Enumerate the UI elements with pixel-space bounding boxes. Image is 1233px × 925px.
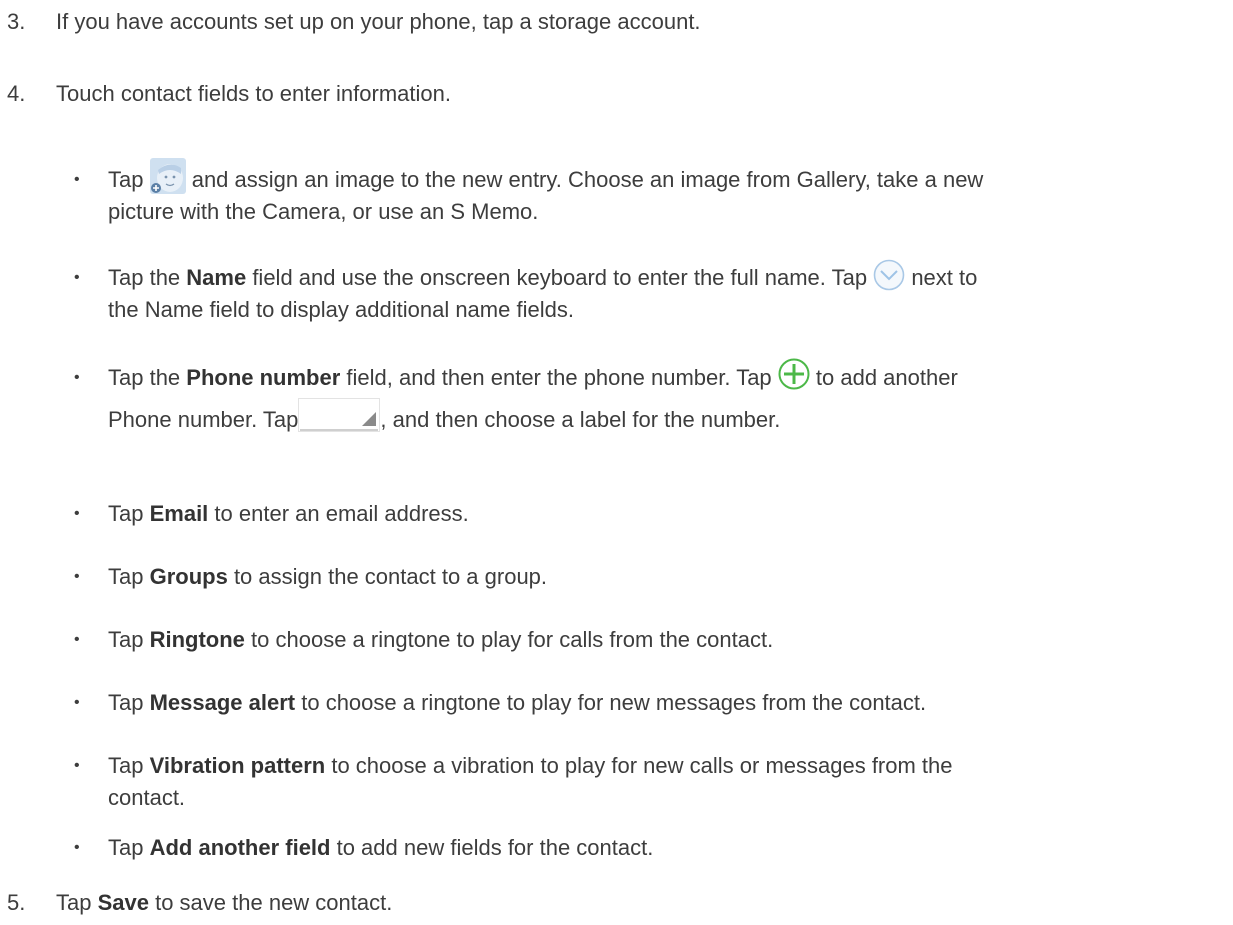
step-text: Touch contact fields to enter informatio… (56, 81, 451, 106)
bullet-dot: • (74, 369, 80, 386)
bullet-groups: • Tap Groups to assign the contact to a … (74, 561, 1224, 593)
bullet-text: Tap (108, 627, 150, 652)
bullet-message-alert: • Tap Message alert to choose a ringtone… (74, 687, 1224, 719)
bullet-contact-photo: • Tap and assign an image to the new ent… (74, 158, 1224, 228)
bold-term: Email (149, 501, 209, 526)
bold-term: Add another field (149, 835, 331, 860)
bullet-text: picture with the Camera, or use an S Mem… (108, 199, 539, 224)
chevron-down-circle-icon (873, 259, 905, 291)
bullet-text: contact. (108, 785, 186, 810)
label-dropdown-icon (298, 398, 381, 433)
bullet-text: to add new fields for the contact. (330, 835, 654, 860)
bullet-dot: • (74, 694, 80, 711)
bullet-text: Tap (108, 690, 150, 715)
bullet-text: Tap (108, 167, 150, 192)
step-number: 4. (7, 81, 26, 106)
bullet-text: to choose a ringtone to play for new mes… (295, 690, 927, 715)
document-page: 3. If you have accounts set up on your ph… (0, 0, 1233, 925)
bullet-text: to choose a vibration to play for new ca… (325, 753, 953, 778)
bullet-dot: • (74, 757, 80, 774)
bullet-text: Tap (108, 564, 150, 589)
bullet-text: to assign the contact to a group. (227, 564, 548, 589)
bullet-text: field, and then enter the phone number. … (340, 365, 778, 390)
bullet-dot: • (74, 631, 80, 648)
contact-photo-icon (149, 158, 186, 195)
plus-circle-icon (778, 358, 810, 390)
bullet-text: Tap (108, 753, 150, 778)
step-number: 3. (7, 9, 26, 34)
bullet-text: next to (905, 265, 978, 290)
bullet-text: to choose a ringtone to play for calls f… (244, 627, 774, 652)
step-5: 5. Tap Save to save the new contact. (0, 887, 392, 919)
bullet-text: the Name field to display additional nam… (108, 297, 574, 322)
bold-term: Vibration pattern (149, 753, 326, 778)
bullet-name-field: • Tap the Name field and use the onscree… (74, 259, 1224, 326)
bullet-dot: • (74, 505, 80, 522)
bold-term: Groups (149, 564, 228, 589)
step-text: If you have accounts set up on your phon… (56, 9, 701, 34)
bullet-email: • Tap Email to enter an email address. (74, 498, 1224, 530)
bullet-dot: • (74, 171, 80, 188)
bullet-dot: • (74, 839, 80, 856)
bullet-text: to enter an email address. (208, 501, 469, 526)
step-text: to save the new contact. (148, 890, 393, 915)
bullet-text: Phone number. Tap (108, 407, 299, 432)
bullet-text: and assign an image to the new entry. Ch… (185, 167, 984, 192)
bullet-text: , and then choose a label for the number… (380, 407, 781, 432)
bold-term: Ringtone (149, 627, 245, 652)
bullet-dot: • (74, 269, 80, 286)
bullet-phone-number: • Tap the Phone number field, and then e… (74, 358, 1224, 438)
bold-term: Message alert (149, 690, 296, 715)
bold-term: Name (186, 265, 247, 290)
bold-term: Phone number (186, 365, 341, 390)
bullet-vibration-pattern: • Tap Vibration pattern to choose a vibr… (74, 750, 1224, 814)
bullet-text: field and use the onscreen keyboard to e… (246, 265, 874, 290)
bullet-text: Tap (108, 835, 150, 860)
bullet-text: Tap the (108, 265, 187, 290)
bullet-text: Tap the (108, 365, 187, 390)
bullet-text: to add another (809, 365, 958, 390)
step-number: 5. (7, 890, 26, 915)
bullet-add-another-field: • Tap Add another field to add new field… (74, 832, 1224, 864)
step-4: 4. Touch contact fields to enter informat… (0, 78, 451, 110)
step-3: 3. If you have accounts set up on your ph… (0, 6, 701, 38)
bold-term: Save (97, 890, 149, 915)
bullet-ringtone: • Tap Ringtone to choose a ringtone to p… (74, 624, 1224, 656)
bullet-dot: • (74, 568, 80, 585)
step-text: Tap (56, 890, 98, 915)
bullet-text: Tap (108, 501, 150, 526)
